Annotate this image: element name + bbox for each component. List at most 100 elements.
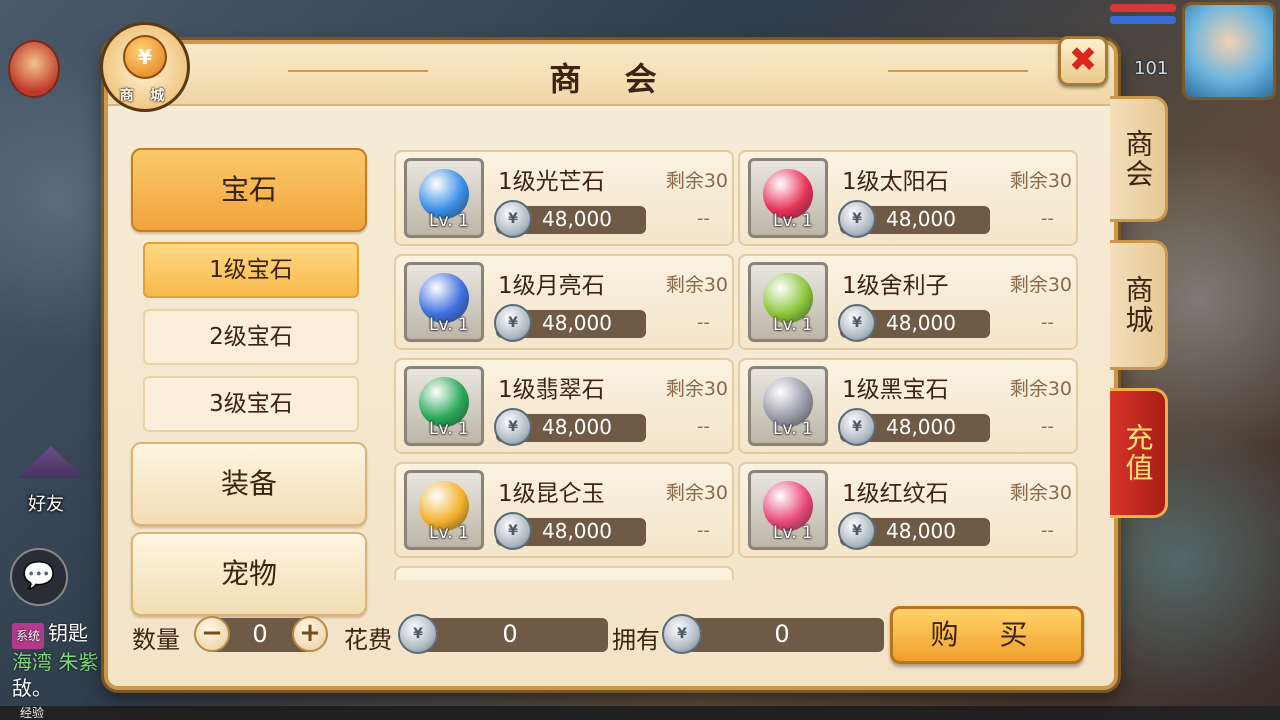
gem-icon: Lv. 1 [404,366,484,446]
friend-label: 好友 [28,494,64,515]
gem-icon: Lv. 1 [404,470,484,550]
item-remaining: 剩余30 [665,170,728,192]
cost-label: 花费 [344,626,392,654]
item-level: Lv. 1 [773,211,813,231]
item-name: 1级舍利子 [842,273,949,299]
item-card[interactable]: Lv. 1 1级月亮石 剩余30 48,000 ¥ -- [394,254,734,350]
category-pet[interactable]: 宠物 [131,532,367,616]
silver-coin-icon: ¥ [398,614,438,654]
title-bar: 商 会 [108,44,1114,106]
item-card[interactable]: Lv. 1 1级昆仑玉 剩余30 48,000 ¥ -- [394,462,734,558]
item-remaining: 剩余30 [1009,170,1072,192]
item-owned: -- [697,208,710,229]
close-button[interactable]: ✖ [1058,36,1108,86]
mall-badge-label: 商 城 [119,88,171,104]
item-owned: -- [1041,312,1054,333]
owned-value: 0 [774,620,790,648]
item-card-partial[interactable] [394,566,734,580]
minus-button[interactable]: − [194,616,230,652]
silver-coin-icon: ¥ [494,512,532,550]
subcategory-gem-level-1[interactable]: 1级宝石 [143,242,359,298]
friend-button[interactable]: 好友 [18,446,84,516]
item-name: 1级光芒石 [498,169,605,195]
plus-button[interactable]: + [292,616,328,652]
item-name: 1级翡翠石 [498,377,605,403]
item-owned: -- [697,520,710,541]
silver-coin-icon: ¥ [494,200,532,238]
item-remaining: 剩余30 [1009,482,1072,504]
item-price: 48,000 [542,311,612,335]
hp-bar [1110,4,1176,12]
silver-coin-icon: ¥ [838,304,876,342]
coin-bag-icon: ¥ [123,35,167,79]
tab-mall[interactable]: 商城 [1110,240,1168,370]
item-card[interactable]: Lv. 1 1级黑宝石 剩余30 48,000 ¥ -- [738,358,1078,454]
item-level: Lv. 1 [773,419,813,439]
exp-bar: 经验 [0,706,1280,720]
item-card[interactable]: Lv. 1 1级太阳石 剩余30 48,000 ¥ -- [738,150,1078,246]
item-card[interactable]: Lv. 1 1级光芒石 剩余30 48,000 ¥ -- [394,150,734,246]
status-bars [1110,4,1176,28]
item-name: 1级黑宝石 [842,377,949,403]
silver-coin-icon: ¥ [494,304,532,342]
fortune-god-icon[interactable] [8,40,60,98]
item-card[interactable]: Lv. 1 1级舍利子 剩余30 48,000 ¥ -- [738,254,1078,350]
item-grid: Lv. 1 1级光芒石 剩余30 48,000 ¥ -- Lv. 1 1级太阳石… [394,150,1084,580]
quantity-label: 数量 [132,626,180,654]
item-remaining: 剩余30 [665,482,728,504]
buy-button[interactable]: 购 买 [890,606,1084,664]
silver-coin-icon: ¥ [662,614,702,654]
item-level: Lv. 1 [429,211,469,231]
gem-icon: Lv. 1 [748,158,828,238]
category-equipment[interactable]: 装备 [131,442,367,526]
item-owned: -- [1041,416,1054,437]
cost-field: 0 [412,618,608,652]
item-name: 1级太阳石 [842,169,949,195]
owned-field: 0 [680,618,884,652]
friend-avatar-icon [18,446,84,478]
silver-coin-icon: ¥ [838,512,876,550]
item-owned: -- [697,416,710,437]
gem-icon: Lv. 1 [404,158,484,238]
item-remaining: 剩余30 [1009,378,1072,400]
right-hud: 101 [1110,0,1280,110]
item-price: 48,000 [542,519,612,543]
item-remaining: 剩余30 [665,378,728,400]
item-name: 1级月亮石 [498,273,605,299]
item-owned: -- [1041,520,1054,541]
log-line-2: 海湾 朱紫 [12,650,99,674]
subcategory-gem-level-2[interactable]: 2级宝石 [143,309,359,365]
subcategory-gem-level-3[interactable]: 3级宝石 [143,376,359,432]
left-hud: 好友 💬 系统 钥匙 海湾 朱紫 敌。 [0,0,110,720]
exp-label: 经验 [20,706,45,720]
item-level: Lv. 1 [429,315,469,335]
item-card[interactable]: Lv. 1 1级翡翠石 剩余30 48,000 ¥ -- [394,358,734,454]
item-owned: -- [697,312,710,333]
item-price: 48,000 [886,415,956,439]
item-level: Lv. 1 [429,419,469,439]
item-price: 48,000 [886,207,956,231]
category-gem[interactable]: 宝石 [131,148,367,232]
owned-label: 拥有 [612,626,660,654]
item-card[interactable]: Lv. 1 1级红纹石 剩余30 48,000 ¥ -- [738,462,1078,558]
item-name: 1级红纹石 [842,481,949,507]
item-name: 1级昆仑玉 [498,481,605,507]
tab-trade-guild[interactable]: 商会 [1110,96,1168,222]
log-line-3: 敌。 [12,676,52,700]
silver-coin-icon: ¥ [838,408,876,446]
player-avatar[interactable] [1182,2,1276,100]
item-price: 48,000 [542,415,612,439]
gem-icon: Lv. 1 [748,470,828,550]
gem-icon: Lv. 1 [748,366,828,446]
gem-icon: Lv. 1 [748,262,828,342]
system-tag: 系统 [12,623,45,649]
silver-coin-icon: ¥ [494,408,532,446]
item-price: 48,000 [886,519,956,543]
item-owned: -- [1041,208,1054,229]
tab-recharge[interactable]: 充值 [1110,388,1168,518]
chat-log: 系统 钥匙 海湾 朱紫 敌。 [0,620,110,700]
mp-bar [1110,16,1176,24]
chat-icon[interactable]: 💬 [10,548,68,606]
silver-coin-icon: ¥ [838,200,876,238]
mall-badge-button[interactable]: ¥ 商 城 [100,22,190,112]
